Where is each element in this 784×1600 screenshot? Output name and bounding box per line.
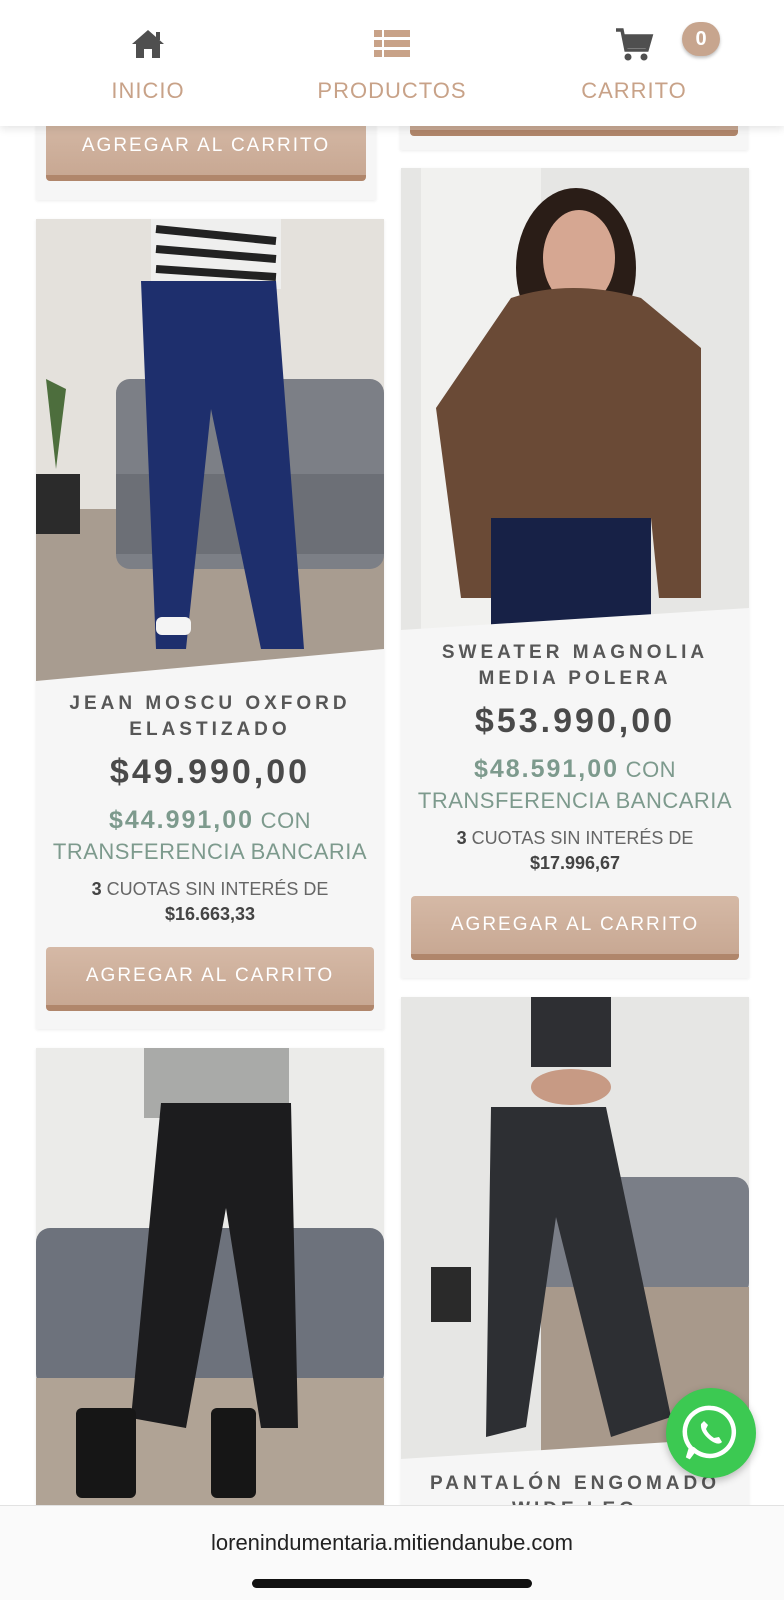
installments-count: 3: [456, 828, 467, 848]
home-indicator[interactable]: [252, 1579, 532, 1588]
product-image[interactable]: [36, 1048, 384, 1510]
transfer-price: $44.991,00 CON TRANSFERENCIA BANCARIA: [36, 805, 384, 867]
nav-inicio-label: INICIO: [111, 78, 185, 103]
cart-count-badge[interactable]: 0: [682, 22, 720, 56]
installments-label: CUOTAS SIN INTERÉS DE: [466, 828, 694, 848]
product-card: SWEATER MAGNOLIA MEDIA POLERA $53.990,00…: [401, 168, 749, 978]
product-card: JEAN MOSCU OXFORD ELASTIZADO $49.990,00 …: [36, 219, 384, 1029]
nav-inicio[interactable]: INICIO: [48, 24, 248, 104]
list-icon: [374, 30, 410, 57]
cart-icon: [616, 28, 654, 61]
installment-amount: $17.996,67: [529, 853, 621, 873]
product-image[interactable]: [36, 219, 384, 681]
add-to-cart-button[interactable]: AGREGAR AL CARRITO: [46, 947, 374, 1011]
product-name[interactable]: JEAN MOSCU OXFORD ELASTIZADO: [36, 691, 384, 743]
installments-info: 3 CUOTAS SIN INTERÉS DE $16.663,33: [36, 877, 384, 927]
product-price: $53.990,00: [474, 702, 676, 740]
installments-info: 3 CUOTAS SIN INTERÉS DE $17.996,67: [401, 826, 749, 876]
transfer-price-amount: $44.991,00: [108, 806, 255, 834]
product-image[interactable]: [401, 168, 749, 630]
nav-productos-label: PRODUCTOS: [317, 78, 467, 103]
whatsapp-icon: [682, 1405, 737, 1460]
product-card: [36, 1048, 384, 1518]
nav-carrito-label: CARRITO: [581, 78, 687, 103]
nav-productos[interactable]: PRODUCTOS: [292, 24, 492, 104]
transfer-price-amount: $48.591,00: [473, 755, 620, 783]
home-icon: [132, 30, 164, 58]
top-navigation: INICIO PRODUCTOS CARRITO: [0, 0, 784, 126]
installments-label: CUOTAS SIN INTERÉS DE: [101, 879, 329, 899]
browser-url-bar[interactable]: lorenindumentaria.mitiendanube.com: [0, 1505, 784, 1600]
url-text[interactable]: lorenindumentaria.mitiendanube.com: [0, 1530, 784, 1556]
whatsapp-button[interactable]: [666, 1388, 756, 1478]
add-to-cart-button[interactable]: AGREGAR AL CARRITO: [46, 117, 366, 181]
product-price: $49.990,00: [109, 753, 311, 791]
transfer-price: $48.591,00 CON TRANSFERENCIA BANCARIA: [401, 754, 749, 816]
installment-amount: $16.663,33: [164, 904, 256, 924]
add-to-cart-button[interactable]: AGREGAR AL CARRITO: [411, 896, 739, 960]
installments-count: 3: [91, 879, 102, 899]
product-name[interactable]: SWEATER MAGNOLIA MEDIA POLERA: [401, 640, 749, 692]
